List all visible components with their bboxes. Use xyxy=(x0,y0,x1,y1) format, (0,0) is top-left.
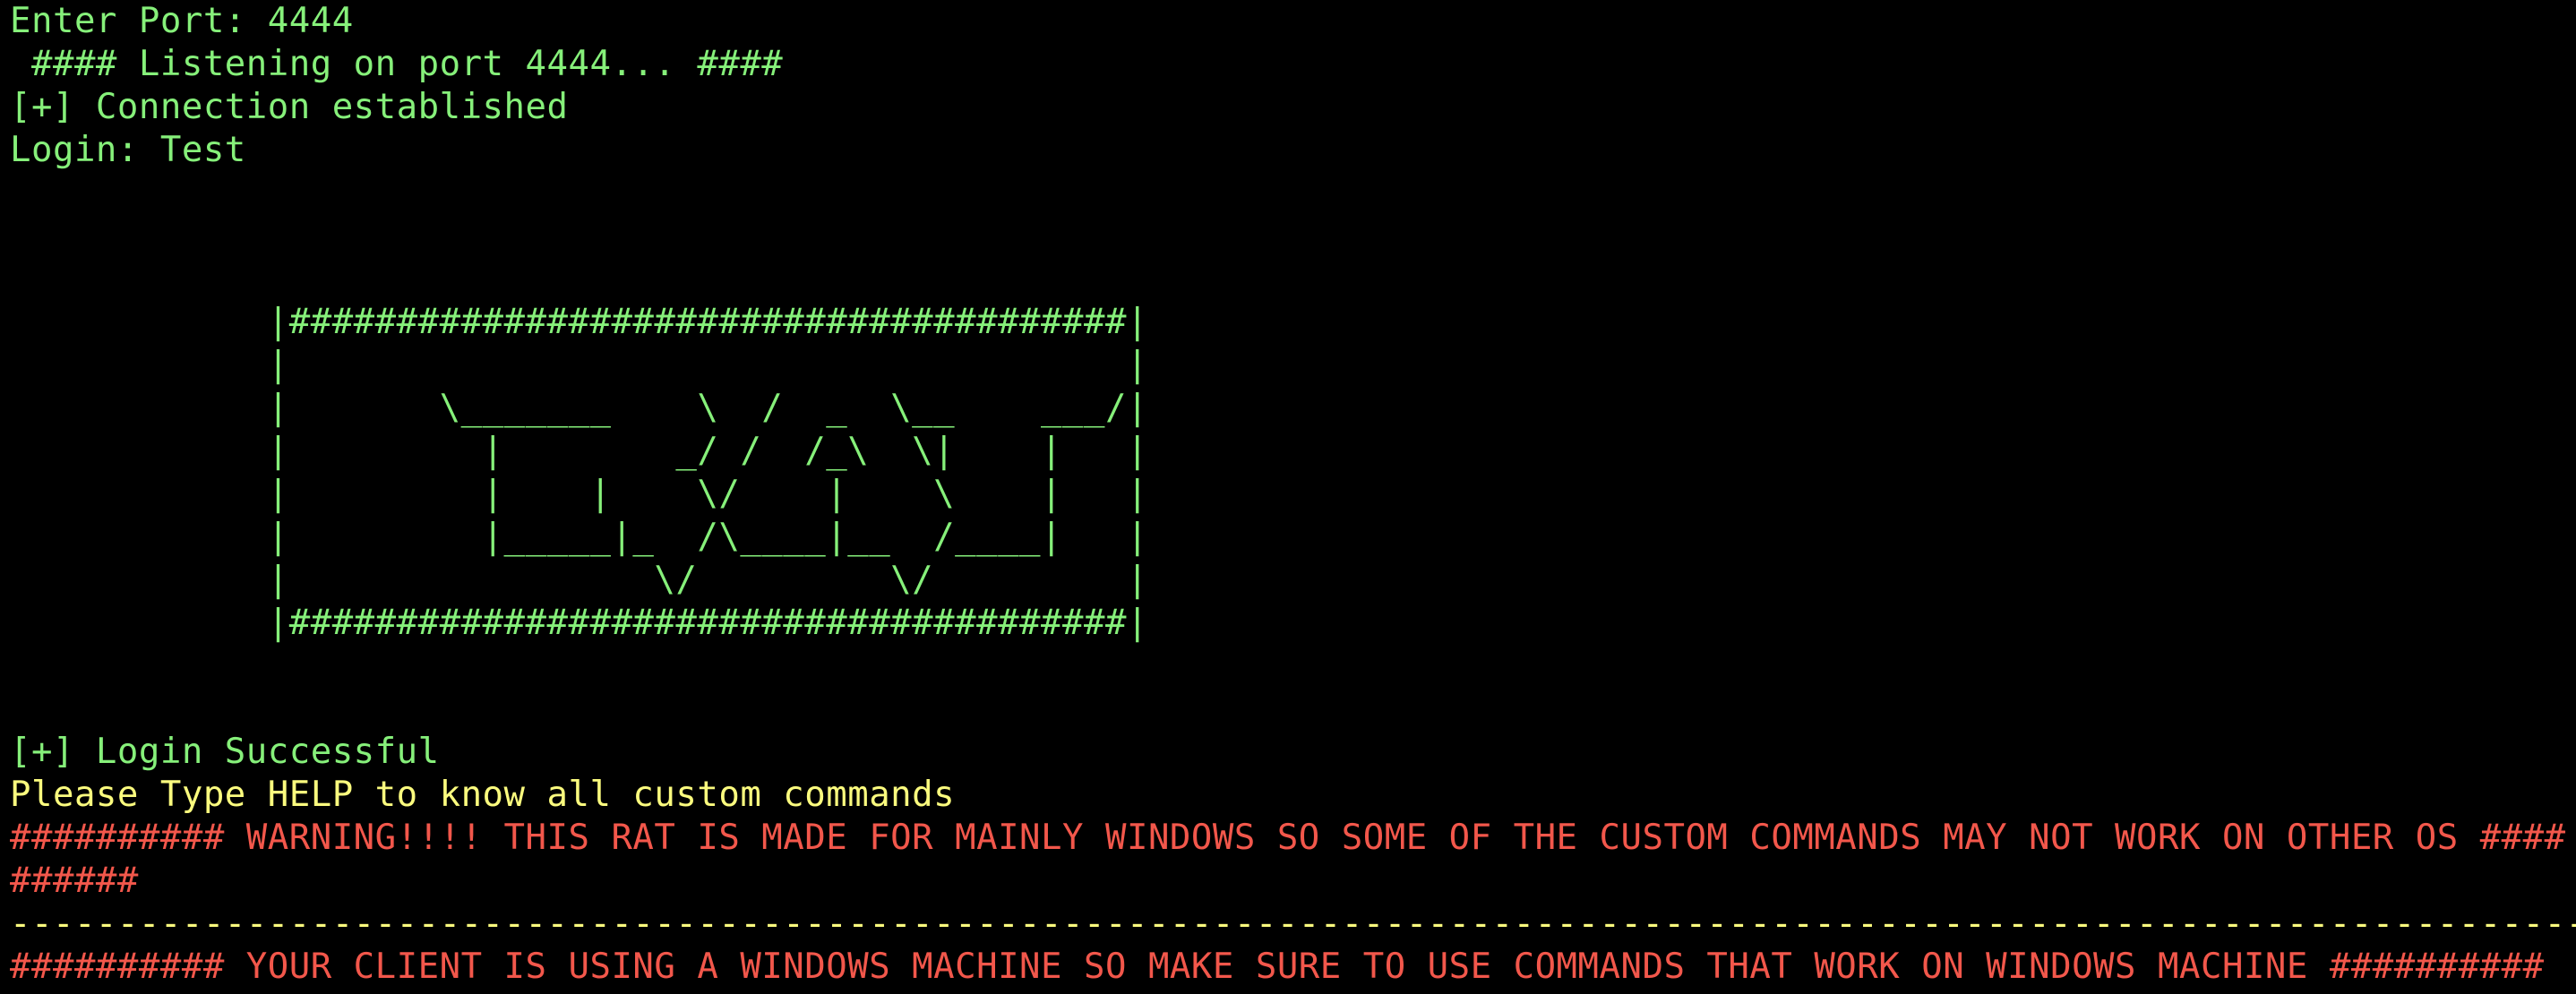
terminal-window[interactable]: Enter Port: 4444 #### Listening on port … xyxy=(0,0,2576,994)
banner-line: |#######################################… xyxy=(10,603,1148,643)
separator-line: ----------------------------------------… xyxy=(10,904,2576,944)
banner-line: | | xyxy=(10,345,1148,385)
port-prompt-line: Enter Port: 4444 xyxy=(10,1,354,41)
banner-line: | \/ \/ | xyxy=(10,560,1148,600)
banner-line: | |_____|_ /\____|__ /____| | xyxy=(10,517,1148,557)
listening-status-line: #### Listening on port 4444... #### xyxy=(10,44,784,84)
banner-line: | | | \/ | \ | | xyxy=(10,474,1148,514)
connection-status-line: [+] Connection established xyxy=(10,87,569,127)
warning-line: ########## WARNING!!!! THIS RAT IS MADE … xyxy=(10,818,2566,858)
login-line: Login: Test xyxy=(10,130,246,170)
client-notice-line: ########## YOUR CLIENT IS USING A WINDOW… xyxy=(10,947,2545,987)
banner-line: | | _/ / /_\ \| | | xyxy=(10,431,1148,471)
banner-line: |#######################################… xyxy=(10,302,1148,342)
login-success-line: [+] Login Successful xyxy=(10,732,440,772)
warning-line-continued: ###### xyxy=(10,861,139,901)
help-hint-line: Please Type HELP to know all custom comm… xyxy=(10,775,956,815)
banner-line: | \_______ \ / _ \__ ___/| xyxy=(10,388,1148,428)
